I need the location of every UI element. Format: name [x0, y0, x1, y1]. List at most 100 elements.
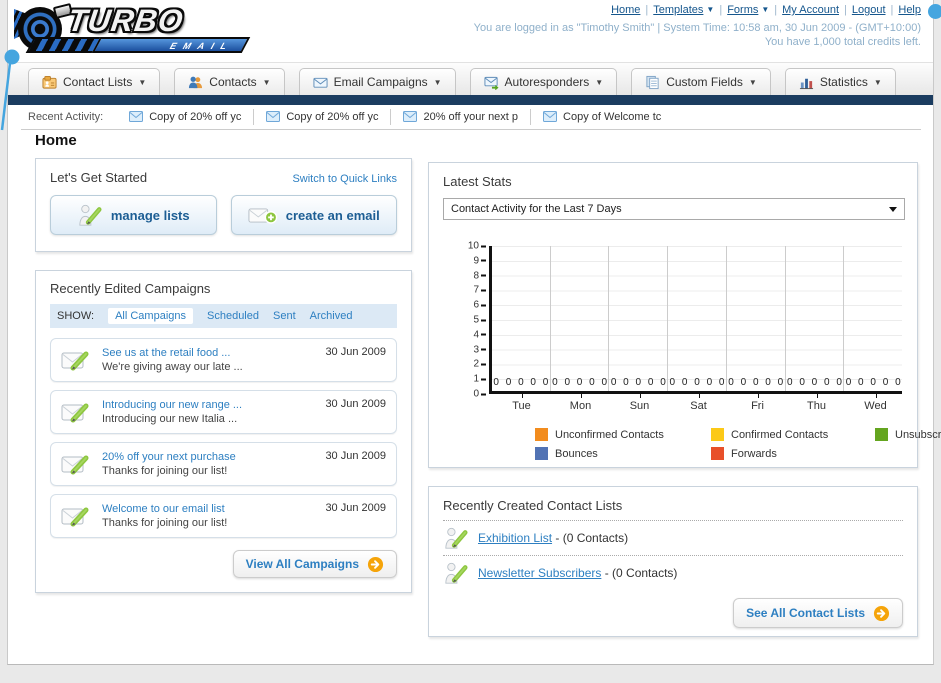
tab-statistics[interactable]: Statistics ▼: [784, 68, 896, 95]
see-all-contact-lists-button[interactable]: See All Contact Lists: [733, 598, 903, 628]
y-tick-label: 10: [468, 241, 486, 252]
campaign-list: See us at the retail food ... We're givin…: [50, 338, 397, 538]
arrow-circle-icon: [367, 556, 384, 572]
tab-label: Statistics: [819, 75, 868, 89]
tab-autoresponders[interactable]: Autoresponders ▼: [469, 68, 618, 95]
chevron-down-icon: ▼: [595, 77, 604, 87]
chevron-down-icon: ▼: [433, 77, 442, 87]
tab-email-campaigns[interactable]: Email Campaigns ▼: [298, 68, 456, 95]
legend-swatch: [535, 447, 548, 460]
chevron-down-icon: ▼: [706, 5, 715, 14]
recent-activity-item[interactable]: Copy of 20% off yc: [254, 108, 392, 125]
contact-list-link[interactable]: Exhibition List: [478, 531, 552, 545]
recent-contact-lists-title: Recently Created Contact Lists: [443, 498, 623, 513]
campaign-row[interactable]: Introducing our new range ... Introducing…: [50, 390, 397, 434]
campaign-row[interactable]: 20% off your next purchase Thanks for joi…: [50, 442, 397, 486]
tab-label: Contacts: [209, 75, 257, 89]
nav-link-home[interactable]: Home: [611, 4, 640, 16]
y-tick-label: 5: [473, 315, 486, 326]
contact-list-row[interactable]: Newsletter Subscribers - (0 Contacts): [429, 556, 917, 590]
nav-link-templates[interactable]: Templates: [653, 4, 703, 16]
manage-lists-label: manage lists: [110, 207, 190, 223]
y-tick-label: 7: [473, 285, 486, 296]
campaign-date: 30 Jun 2009: [325, 450, 386, 462]
stats-period-select[interactable]: Contact Activity for the Last 7 Days: [443, 198, 905, 220]
show-label: SHOW:: [57, 310, 95, 322]
tab-custom-fields[interactable]: Custom Fields ▼: [631, 68, 771, 95]
x-tick-label: Mon: [551, 394, 610, 412]
filter-sent[interactable]: Sent: [273, 310, 296, 322]
view-all-campaigns-label: View All Campaigns: [245, 557, 359, 571]
tab-contacts[interactable]: Contacts ▼: [174, 68, 285, 95]
envelope-icon: [403, 111, 418, 122]
page-title: Home: [35, 132, 77, 149]
campaign-subtitle: Thanks for joining our list!: [102, 465, 228, 477]
campaign-subtitle: Introducing our new Italia ...: [102, 413, 238, 425]
logo-stripes: [25, 37, 101, 53]
person-pencil-icon: [445, 527, 468, 549]
contact-list-count: - (0 Contacts): [601, 566, 678, 580]
recent-contact-lists-panel: Recently Created Contact Lists Exhibitio…: [428, 486, 918, 637]
y-tick-label: 6: [473, 300, 486, 311]
chevron-down-icon: ▼: [873, 77, 882, 87]
y-tick-label: 4: [473, 329, 486, 340]
recent-activity-item[interactable]: 20% off your next p: [391, 108, 532, 125]
chart-day-group: 0 0 0 0 0: [668, 246, 727, 391]
view-all-campaigns-button[interactable]: View All Campaigns: [232, 550, 397, 578]
chevron-down-icon: ▼: [748, 77, 757, 87]
chart-value-labels: 0 0 0 0 0: [552, 377, 608, 388]
email-campaigns-icon: [313, 77, 328, 88]
contact-list-row[interactable]: Exhibition List - (0 Contacts): [429, 521, 917, 555]
create-email-button[interactable]: create an email: [230, 195, 397, 235]
blue-pin-decoration: [0, 49, 20, 131]
legend-swatch: [535, 428, 548, 441]
nav-separator: |: [844, 4, 847, 16]
recent-activity-item[interactable]: Copy of Welcome tc: [531, 109, 673, 125]
nav-link-logout[interactable]: Logout: [852, 4, 886, 16]
nav-link-my-account[interactable]: My Account: [782, 4, 839, 16]
tab-contact-lists[interactable]: Contact Lists ▼: [28, 68, 161, 95]
chevron-down-icon: ▼: [262, 77, 271, 87]
campaign-row[interactable]: Welcome to our email list Thanks for join…: [50, 494, 397, 538]
nav-separator: |: [645, 4, 649, 16]
envelope-icon: [543, 111, 558, 122]
nav-separator: |: [890, 4, 894, 16]
statistics-icon: [799, 78, 813, 89]
envelope-pencil-icon: [61, 403, 89, 423]
filter-all-campaigns[interactable]: All Campaigns: [108, 308, 193, 324]
filter-archived[interactable]: Archived: [310, 310, 353, 322]
switch-quick-links-link[interactable]: Switch to Quick Links: [292, 173, 397, 185]
turbo-email-logo: TURBO EMAIL: [14, 3, 251, 57]
chart-value-labels: 0 0 0 0 0: [845, 377, 901, 388]
campaign-subtitle: We're giving away our late ...: [102, 361, 243, 373]
y-tick-label: 2: [473, 359, 486, 370]
login-line1: You are logged in as "Timothy Smith" | S…: [473, 22, 921, 34]
recent-activity-item[interactable]: Copy of 20% off yc: [117, 108, 255, 125]
filter-scheduled[interactable]: Scheduled: [207, 310, 259, 322]
contact-list-count: - (0 Contacts): [552, 531, 629, 545]
divider: [21, 129, 921, 130]
get-started-panel: Let's Get Started Switch to Quick Links …: [35, 158, 412, 252]
chart-value-labels: 0 0 0 0 0: [669, 377, 725, 388]
login-line2: You have 1,000 total credits left.: [764, 36, 921, 48]
chart-day-group: 0 0 0 0 0: [727, 246, 786, 391]
latest-stats-panel: Latest Stats Contact Activity for the La…: [428, 162, 941, 468]
y-tick-label: 0: [473, 389, 486, 400]
nav-link-help[interactable]: Help: [898, 4, 921, 16]
logo-text: TURBO: [65, 3, 186, 38]
contact-activity-chart: 10 9 8 7 6 5 4 3 2 1 0 0 0 0 0 00 0 0 0 00 0 0 0 0…: [468, 241, 941, 460]
manage-lists-button[interactable]: manage lists: [50, 195, 217, 235]
chart-day-group: 0 0 0 0 0: [492, 246, 551, 391]
logo-bar: EMAIL: [25, 37, 251, 53]
legend-label: Unsubscribes: [895, 428, 941, 441]
recent-activity-label: Recent Activity:: [28, 110, 104, 123]
campaign-filter-bar: SHOW: All Campaigns Scheduled Sent Archi…: [50, 304, 397, 328]
campaign-row[interactable]: See us at the retail food ... We're givin…: [50, 338, 397, 382]
get-started-title: Let's Get Started: [50, 170, 148, 185]
chart-day-group: 0 0 0 0 0: [786, 246, 845, 391]
x-tick-label: Sat: [669, 394, 728, 412]
contact-list-link[interactable]: Newsletter Subscribers: [478, 566, 601, 580]
activity-item-text: Copy of Welcome tc: [563, 110, 662, 123]
nav-link-forms[interactable]: Forms: [727, 4, 758, 16]
campaign-date: 30 Jun 2009: [325, 398, 386, 410]
